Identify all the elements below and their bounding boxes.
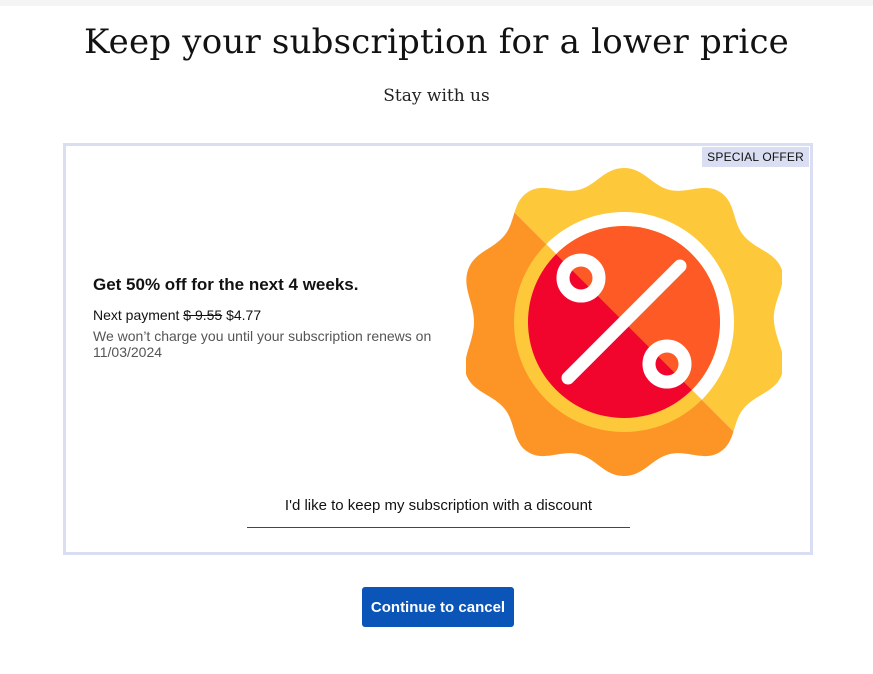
continue-to-cancel-button[interactable]: Continue to cancel <box>362 587 514 627</box>
next-payment: Next payment $ 9.55 $4.77 <box>93 307 261 323</box>
offer-title: Get 50% off for the next 4 weeks. <box>93 275 359 294</box>
new-price: $4.77 <box>226 307 262 323</box>
old-price: $ 9.55 <box>183 307 223 323</box>
page-subtitle: Stay with us <box>383 86 490 106</box>
top-strip <box>0 0 873 6</box>
renew-note: We won’t charge you until your subscript… <box>93 328 432 360</box>
next-payment-label: Next payment <box>93 307 180 323</box>
page-title: Keep your subscription for a lower price <box>83 22 790 62</box>
offer-card: SPECIAL OFFER Get 50% off for the next 4… <box>63 143 813 555</box>
keep-subscription-link[interactable]: I'd like to keep my subscription with a … <box>247 497 630 528</box>
discount-percent-badge-icon <box>466 164 782 480</box>
